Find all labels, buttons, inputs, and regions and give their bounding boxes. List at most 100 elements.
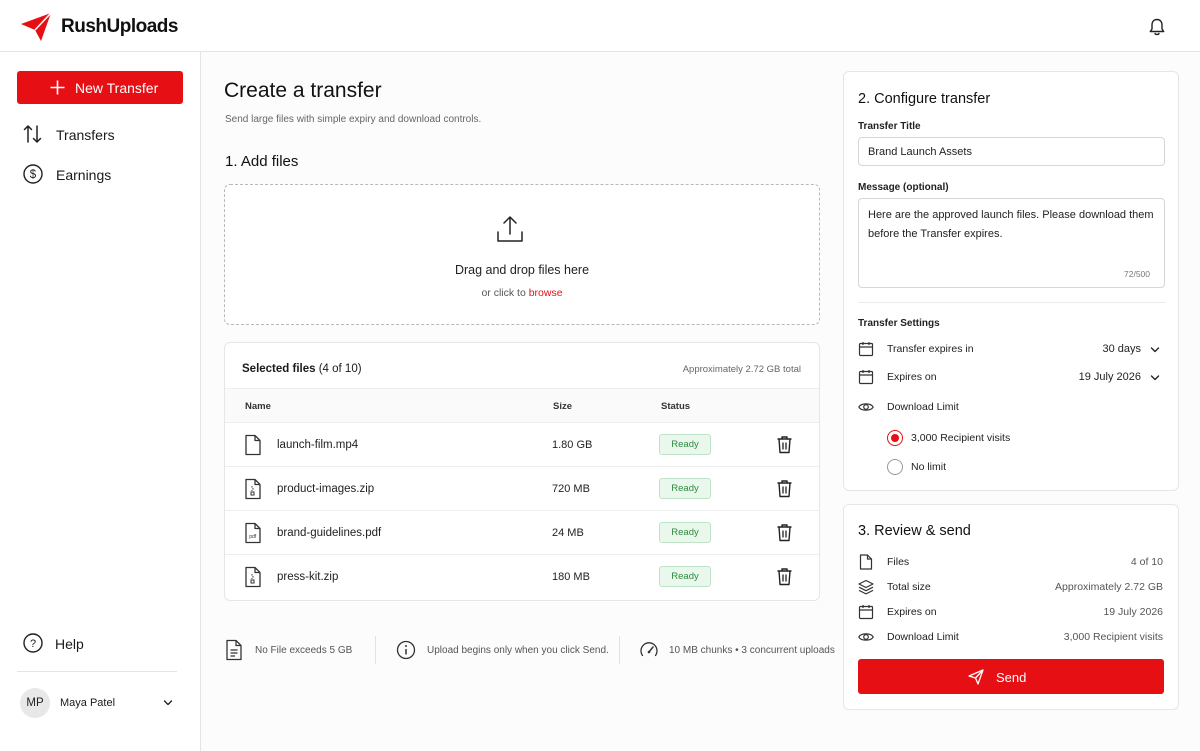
sidebar: New Transfer Transfers $ Earnings ? Help…	[0, 52, 201, 751]
file-icon	[245, 434, 261, 456]
note-file-limit: No File exceeds 5 GB	[224, 632, 374, 668]
sidebar-item-label: Earnings	[56, 167, 112, 183]
radio-3000-visits[interactable]: 3,000 Recipient visits	[887, 430, 1087, 448]
avatar: MP	[20, 688, 50, 718]
svg-text:pdf: pdf	[249, 534, 257, 540]
review-row-download-limit: Download Limit 3,000 Recipient visits	[858, 628, 1163, 648]
dollar-circle-icon: $	[23, 164, 43, 184]
transfer-title-label: Transfer Title	[858, 121, 921, 132]
svg-text:$: $	[30, 169, 37, 181]
trash-icon[interactable]	[776, 567, 793, 586]
sidebar-item-transfers[interactable]: Transfers	[22, 123, 192, 147]
message-label: Message (optional)	[858, 182, 949, 193]
note-divider	[619, 636, 620, 664]
table-row: product-images.zip 720 MB Ready	[225, 467, 819, 511]
calendar-icon	[858, 605, 874, 620]
file-size: 720 MB	[552, 483, 590, 495]
review-value: 4 of 10	[1130, 556, 1163, 568]
trash-icon[interactable]	[776, 479, 793, 498]
info-icon	[396, 640, 416, 660]
send-button[interactable]: Send	[858, 659, 1164, 694]
expires-in-label: Transfer expires in	[887, 343, 974, 355]
eye-icon	[858, 633, 874, 641]
page-title: Create a transfer	[224, 79, 382, 102]
top-bar: RushUploads	[0, 0, 1200, 52]
radio-label: 3,000 Recipient visits	[911, 432, 1011, 444]
sidebar-item-label: Transfers	[56, 127, 115, 143]
review-row-expires-on: Expires on 19 July 2026	[858, 603, 1163, 623]
calendar-icon	[858, 370, 874, 385]
file-size: 1.80 GB	[552, 439, 593, 451]
paper-plane-logo-icon	[21, 12, 52, 41]
svg-text:?: ?	[30, 638, 36, 650]
message-char-counter: 72/500	[1124, 269, 1150, 279]
zip-file-icon	[245, 566, 261, 588]
calendar-icon	[858, 342, 874, 357]
sidebar-divider	[17, 671, 177, 672]
notification-bell-icon[interactable]	[1147, 17, 1167, 37]
column-name: Name	[245, 401, 271, 412]
configure-heading: 2. Configure transfer	[858, 91, 991, 107]
eye-icon	[858, 403, 874, 411]
review-value: Approximately 2.72 GB	[1055, 581, 1163, 593]
dropzone-subtitle: or click to browse	[225, 287, 819, 299]
help-label: Help	[55, 636, 84, 652]
column-status: Status	[661, 401, 691, 412]
message-textarea[interactable]: Here are the approved launch files. Plea…	[858, 198, 1165, 288]
note-upload-start: Upload begins only when you click Send.	[396, 632, 616, 668]
file-size: 180 MB	[552, 571, 590, 583]
file-dropzone[interactable]: Drag and drop files here or click to bro…	[224, 184, 820, 325]
note-divider	[375, 636, 376, 664]
user-name: Maya Patel	[60, 697, 116, 709]
help-link[interactable]: ? Help	[22, 632, 142, 656]
radio-button	[887, 430, 903, 446]
status-badge: Ready	[659, 478, 711, 499]
main-content: Create a transfer Send large files with …	[201, 52, 1200, 751]
expires-on-dropdown[interactable]: Expires on 19 July 2026	[858, 367, 1163, 389]
download-limit-label: Download Limit	[887, 401, 959, 413]
browse-link[interactable]: browse	[529, 287, 563, 299]
layers-icon	[858, 579, 874, 595]
send-plane-icon	[968, 669, 984, 685]
app-name: RushUploads	[61, 16, 178, 37]
trash-icon[interactable]	[776, 435, 793, 454]
expires-in-dropdown[interactable]: Transfer expires in 30 days	[858, 339, 1163, 361]
expires-on-label: Expires on	[887, 371, 937, 383]
table-row: launch-film.mp4 1.80 GB Ready	[225, 423, 819, 467]
pdf-file-icon: pdf	[245, 522, 261, 544]
column-size: Size	[553, 401, 573, 412]
expires-on-value: 19 July 2026	[1078, 371, 1141, 383]
selected-files-card: Selected files (4 of 10) Approximately 2…	[224, 342, 820, 601]
configure-transfer-card: 2. Configure transfer Transfer Title Mes…	[843, 71, 1179, 491]
file-name: product-images.zip	[277, 483, 375, 495]
transfer-title-input[interactable]	[858, 137, 1165, 166]
radio-label: No limit	[911, 461, 947, 473]
review-value: 3,000 Recipient visits	[1063, 631, 1163, 643]
send-label: Send	[996, 670, 1027, 685]
review-value: 19 July 2026	[1103, 606, 1163, 618]
review-heading: 3. Review & send	[858, 523, 971, 539]
new-transfer-button[interactable]: New Transfer	[17, 71, 183, 104]
speedometer-icon	[640, 642, 658, 657]
chevron-down-icon	[1150, 347, 1160, 353]
selected-files-heading: Selected files (4 of 10)	[242, 363, 362, 375]
sidebar-item-earnings[interactable]: $ Earnings	[22, 163, 192, 187]
selected-files-total: Approximately 2.72 GB total	[682, 364, 801, 375]
download-limit-row: Download Limit	[858, 397, 1163, 419]
arrows-up-down-icon	[23, 125, 42, 143]
file-icon	[859, 554, 873, 570]
zip-file-icon	[245, 478, 261, 500]
review-label: Expires on	[887, 606, 937, 618]
add-files-heading: 1. Add files	[225, 153, 299, 170]
radio-no-limit[interactable]: No limit	[887, 459, 1087, 477]
dropzone-title: Drag and drop files here	[454, 263, 590, 277]
review-send-card: 3. Review & send Files 4 of 10 Total siz…	[843, 504, 1179, 710]
settings-divider	[858, 302, 1166, 303]
transfer-settings-heading: Transfer Settings	[858, 318, 940, 329]
file-name: launch-film.mp4	[277, 439, 359, 451]
user-menu[interactable]: MP Maya Patel	[20, 688, 180, 718]
table-row: press-kit.zip 180 MB Ready	[225, 555, 819, 599]
note-text: Upload begins only when you click Send.	[427, 645, 609, 656]
trash-icon[interactable]	[776, 523, 793, 542]
selected-files-label: Selected files	[242, 363, 316, 375]
